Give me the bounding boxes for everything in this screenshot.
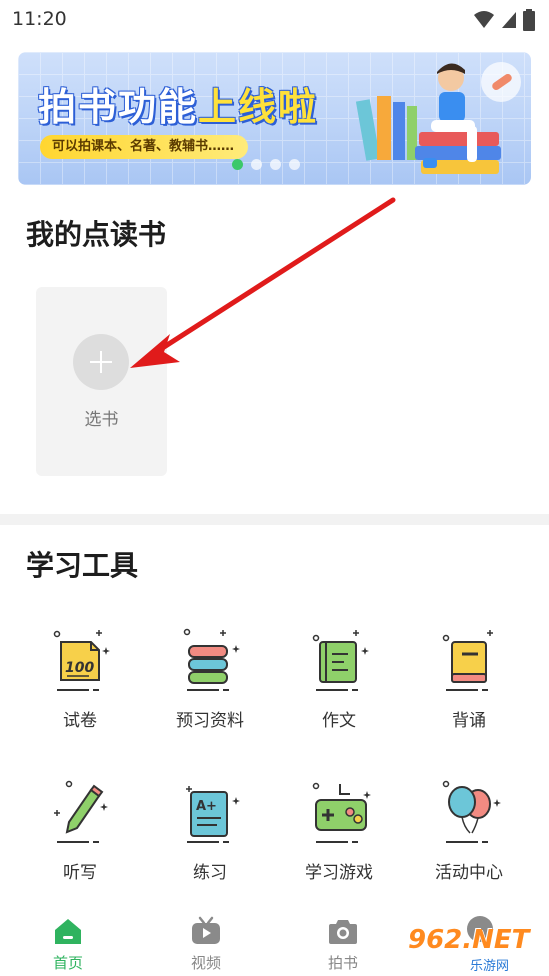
section-divider: [0, 514, 549, 525]
reading-boy-illustration: [355, 62, 521, 174]
plus-icon[interactable]: [73, 334, 129, 390]
tools-title: 学习工具: [26, 549, 139, 582]
watermark-sub: 乐游网: [470, 959, 510, 974]
tool-dictation-label: 听写: [63, 863, 97, 883]
banner-title-white: 拍书功能: [38, 85, 199, 129]
tool-dictation[interactable]: 听写: [15, 780, 145, 900]
my-books-title: 我的点读书: [26, 218, 167, 251]
camera-icon: [329, 920, 357, 944]
banner-title-yellow: 上线啦: [198, 85, 319, 129]
banner-title: 拍书功能上线啦: [38, 76, 318, 131]
tool-preview[interactable]: 预习资料: [145, 628, 275, 748]
nav-home[interactable]: 首页: [28, 914, 108, 974]
nav-photo-book-label: 拍书: [327, 954, 358, 972]
recite-book-icon: [442, 630, 493, 691]
tool-preview-label: 预习资料: [176, 711, 244, 731]
tool-composition[interactable]: 作文: [274, 628, 404, 748]
banner-dot-4[interactable]: [289, 159, 300, 170]
pen-icon: [54, 780, 108, 843]
promo-banner[interactable]: 拍书功能上线啦 可以拍课本、名著、教辅书……: [18, 52, 531, 185]
balloons-icon: [442, 780, 501, 843]
home-icon: [55, 919, 81, 944]
svg-text:100: 100: [65, 660, 94, 676]
select-book-card[interactable]: 选书: [36, 287, 167, 476]
tool-exam-label: 试卷: [63, 711, 97, 731]
tool-study-game[interactable]: 学习游戏: [274, 780, 404, 900]
status-bar: 11:20: [0, 0, 549, 38]
tool-activity-center-label: 活动中心: [435, 863, 503, 883]
select-book-label: 选书: [84, 410, 119, 430]
site-watermark: 962.NET 乐游网: [408, 925, 543, 975]
tool-exam[interactable]: 100 试卷: [15, 628, 145, 748]
wifi-icon: [474, 11, 494, 28]
gamepad-icon: [312, 782, 371, 843]
nav-video[interactable]: 视频: [166, 914, 246, 974]
practice-sheet-icon: A+: [186, 786, 240, 843]
tool-study-game-label: 学习游戏: [305, 863, 373, 883]
books-stack-icon: [183, 628, 240, 691]
nav-photo-book[interactable]: 拍书: [303, 914, 383, 974]
tool-activity-center[interactable]: 活动中心: [404, 780, 534, 900]
tool-practice[interactable]: A+ 练习: [145, 780, 275, 900]
battery-icon: [523, 9, 535, 31]
status-time: 11:20: [12, 8, 67, 30]
exam-paper-icon: 100: [53, 630, 110, 691]
banner-pagination[interactable]: [232, 159, 300, 170]
tool-composition-label: 作文: [322, 711, 356, 731]
banner-dot-2[interactable]: [251, 159, 262, 170]
status-icons: [473, 9, 535, 31]
tool-recite-label: 背诵: [452, 711, 486, 731]
watermark-main: 962.NET: [408, 925, 530, 955]
tool-recite[interactable]: 背诵: [404, 628, 534, 748]
signal-icon: [502, 12, 516, 28]
banner-dot-3[interactable]: [270, 159, 281, 170]
banner-subtitle: 可以拍课本、名著、教辅书……: [40, 135, 249, 159]
tv-icon: [192, 916, 220, 944]
tool-practice-label: 练习: [193, 863, 227, 883]
composition-book-icon: [312, 630, 369, 691]
nav-home-label: 首页: [52, 954, 83, 972]
nav-video-label: 视频: [190, 954, 221, 972]
banner-dot-1[interactable]: [232, 159, 243, 170]
svg-text:A+: A+: [196, 799, 217, 814]
